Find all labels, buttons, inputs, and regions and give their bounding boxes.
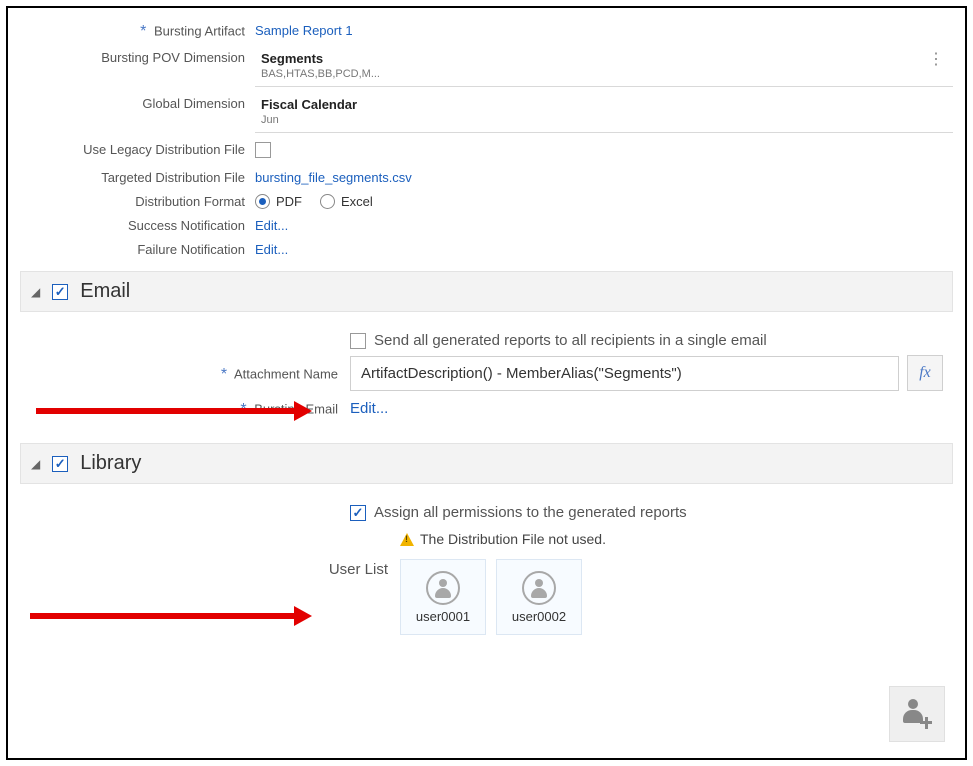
user-name: user0002 xyxy=(512,609,566,624)
warning-text: The Distribution File not used. xyxy=(420,531,606,547)
attachment-name-input[interactable] xyxy=(350,356,899,391)
radio-label-pdf: PDF xyxy=(276,194,302,209)
collapse-icon[interactable]: ◢ xyxy=(31,285,40,299)
failure-notification-edit[interactable]: Edit... xyxy=(255,239,288,257)
user-card[interactable]: user0002 xyxy=(496,559,582,635)
add-user-button[interactable] xyxy=(889,686,945,742)
success-notification-edit[interactable]: Edit... xyxy=(255,215,288,233)
global-dimension-value: Fiscal Calendar xyxy=(261,97,947,112)
bursting-email-edit[interactable]: Edit... xyxy=(350,397,388,417)
bursting-pov-value: Segments xyxy=(261,51,947,66)
success-notification-label: Success Notification xyxy=(20,215,255,233)
warning-icon xyxy=(400,533,414,546)
attachment-name-label: * Attachment Name xyxy=(30,362,350,384)
targeted-distribution-file-label: Targeted Distribution File xyxy=(20,167,255,185)
library-section-enable-checkbox[interactable]: ✓ xyxy=(52,456,68,472)
use-legacy-checkbox[interactable] xyxy=(255,142,271,158)
targeted-distribution-file-link[interactable]: bursting_file_segments.csv xyxy=(255,167,412,185)
send-all-checkbox[interactable] xyxy=(350,333,366,349)
distribution-format-excel-radio[interactable]: Excel xyxy=(320,194,373,209)
fx-button[interactable]: fx xyxy=(907,355,943,391)
send-all-label: Send all generated reports to all recipi… xyxy=(374,332,767,349)
email-section-title: Email xyxy=(80,280,130,303)
global-dimension-subvalue: Jun xyxy=(261,114,947,126)
bursting-artifact-link[interactable]: Sample Report 1 xyxy=(255,20,353,38)
user-name: user0001 xyxy=(416,609,470,624)
global-dimension-label: Global Dimension xyxy=(20,93,255,111)
bursting-pov-dimension-label: Bursting POV Dimension xyxy=(20,47,255,65)
required-icon: * xyxy=(221,366,227,383)
user-icon xyxy=(522,571,556,605)
distribution-format-pdf-radio[interactable]: PDF xyxy=(255,194,302,209)
required-icon: * xyxy=(140,23,146,40)
annotation-arrow xyxy=(30,613,296,619)
more-icon[interactable]: ⋮ xyxy=(928,53,945,67)
radio-label-excel: Excel xyxy=(341,194,373,209)
assign-all-checkbox[interactable]: ✓ xyxy=(350,505,366,521)
user-icon xyxy=(426,571,460,605)
bursting-pov-dimension-field[interactable]: Segments BAS,HTAS,BB,PCD,M... ⋮ xyxy=(255,47,953,87)
add-user-icon xyxy=(902,699,932,729)
bursting-pov-subvalue: BAS,HTAS,BB,PCD,M... xyxy=(261,68,947,80)
annotation-arrow xyxy=(36,408,296,414)
email-section-header: ◢ ✓ Email xyxy=(20,271,953,312)
global-dimension-field[interactable]: Fiscal Calendar Jun xyxy=(255,93,953,133)
user-list-label: User List xyxy=(30,557,400,578)
failure-notification-label: Failure Notification xyxy=(20,239,255,257)
distribution-format-label: Distribution Format xyxy=(20,191,255,209)
use-legacy-label: Use Legacy Distribution File xyxy=(20,139,255,157)
assign-all-label: Assign all permissions to the generated … xyxy=(374,504,687,521)
user-card[interactable]: user0001 xyxy=(400,559,486,635)
library-section-header: ◢ ✓ Library xyxy=(20,443,953,484)
collapse-icon[interactable]: ◢ xyxy=(31,457,40,471)
email-section-enable-checkbox[interactable]: ✓ xyxy=(52,284,68,300)
bursting-artifact-label: * Bursting Artifact xyxy=(20,20,255,41)
library-section-title: Library xyxy=(80,452,141,475)
